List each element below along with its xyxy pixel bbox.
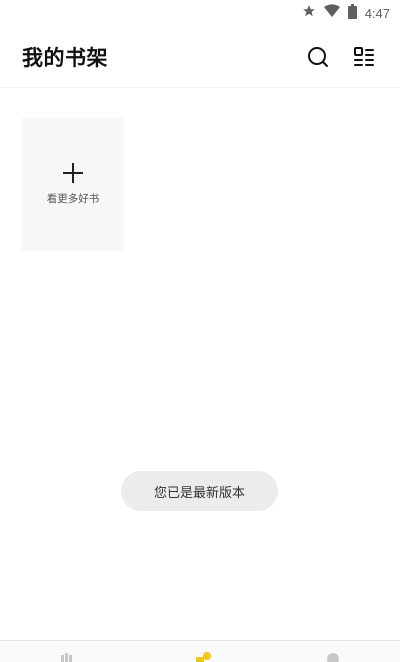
bookshelf-icon[interactable] [180, 641, 220, 662]
bookstore-icon[interactable] [47, 641, 87, 662]
search-icon[interactable] [304, 43, 332, 71]
add-book-label: 看更多好书 [46, 193, 100, 205]
battery-icon [347, 3, 357, 23]
app-header: 我的书架 [0, 26, 400, 88]
wifi-icon [323, 4, 340, 22]
plus-icon [63, 163, 83, 183]
profile-icon[interactable] [313, 641, 353, 662]
toast-message: 您已是最新版本 [121, 471, 278, 511]
add-book-card[interactable]: 看更多好书 [22, 118, 124, 251]
star-icon [302, 4, 316, 22]
page-title: 我的书架 [22, 45, 108, 70]
status-bar: 4:47 [0, 0, 400, 26]
status-time: 4:47 [364, 5, 390, 21]
list-icon[interactable] [350, 43, 378, 71]
bottom-nav [0, 640, 400, 662]
